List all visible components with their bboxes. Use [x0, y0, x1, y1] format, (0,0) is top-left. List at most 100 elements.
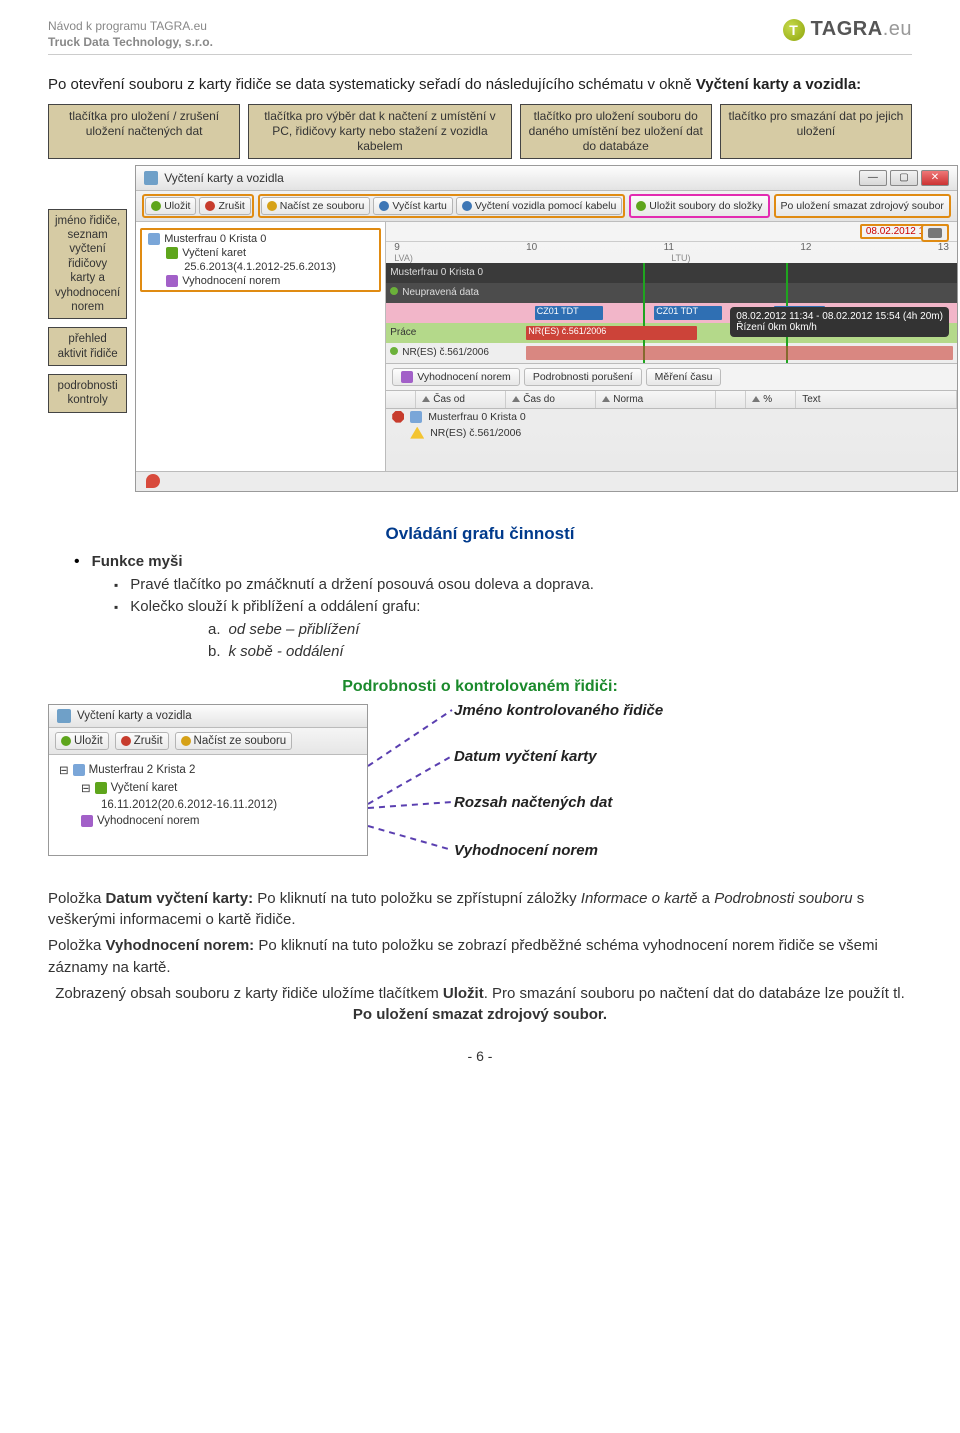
tree-date-node[interactable]: 25.6.2013(4.1.2012-25.6.2013) [144, 260, 377, 274]
app-sidebar: Musterfrau 0 Krista 0 Vyčtení karet 25.6… [136, 222, 386, 471]
minimize-button[interactable]: — [859, 170, 887, 186]
mini-titlebar: Vyčtení karty a vozidla [49, 705, 367, 728]
grid-body: Musterfrau 0 Krista 0 NR(ES) č.561/2006 [386, 409, 957, 441]
timeline-rows[interactable]: Musterfrau 0 Krista 0 Neupravená data CZ… [386, 263, 957, 363]
tab-violation-details[interactable]: Podrobnosti porušení [524, 368, 642, 386]
header-line1: Návod k programu TAGRA.eu [48, 18, 213, 34]
tick: 13 [938, 242, 949, 253]
callouts-side-column: jméno řidiče, seznam vyčtení řidičovy ka… [48, 209, 127, 413]
plus-icon [390, 287, 398, 295]
timeline-ticks: 9 10 11 12 13 [386, 242, 957, 253]
tab-eval[interactable]: Vyhodnocení norem [392, 368, 520, 386]
sort-icon [602, 396, 610, 402]
mini-tree-cardread[interactable]: ⊟Vyčtení karet [53, 779, 363, 797]
eval-icon [166, 275, 178, 287]
annotation-lines: Jméno kontrolovaného řidiče Datum vyčten… [398, 704, 912, 874]
driver-tree: Musterfrau 0 Krista 0 Vyčtení karet 25.6… [144, 232, 377, 288]
close-button[interactable]: ✕ [921, 170, 949, 186]
card-icon [379, 201, 389, 211]
app-titlebar: Vyčtení karty a vozidla — ▢ ✕ [136, 166, 957, 191]
callout-activity-overview: přehled aktivit řidiče [48, 327, 127, 366]
mini-cancel-button[interactable]: Zrušit [115, 732, 169, 750]
mini-tree-driver[interactable]: ⊟Musterfrau 2 Krista 2 [53, 761, 363, 779]
grid-row[interactable]: NR(ES) č.561/2006 [386, 425, 957, 441]
app-toolbar: Uložit Zrušit Načíst ze souboru Vyčíst k… [136, 191, 957, 222]
para-eval-item: Položka Vyhodnocení norem: Po kliknutí n… [48, 935, 912, 979]
eval-icon [81, 815, 93, 827]
annot-data-range: Rozsah načtených dat [454, 794, 612, 811]
logo-text: TAGRA.eu [811, 18, 912, 41]
tree-card-read-node[interactable]: Vyčtení karet [144, 246, 377, 260]
mini-app-window: Vyčtení karty a vozidla Uložit Zrušit Na… [48, 704, 368, 856]
bullet-list: Funkce myši Pravé tlačítko po zmáčknutí … [48, 550, 912, 619]
read-vehicle-button[interactable]: Vyčtení vozidla pomocí kabelu [456, 197, 622, 215]
callout-save-folder: tlačítko pro uložení souboru do daného u… [520, 104, 712, 159]
connector-lines-icon [368, 704, 458, 874]
detail-tabs: Vyhodnocení norem Podrobnosti porušení M… [386, 363, 957, 390]
callout-driver-tree: jméno řidiče, seznam vyčtení řidičovy ka… [48, 209, 127, 320]
read-card-button[interactable]: Vyčíst kartu [373, 197, 452, 215]
tab-time-measure[interactable]: Měření času [646, 368, 722, 386]
annotated-app-block: jméno řidiče, seznam vyčtení řidičovy ka… [48, 165, 912, 498]
timeline-subticks: LVA) LTU) [386, 253, 957, 263]
save-folder-button[interactable]: Uložit soubory do složky [629, 194, 769, 218]
header-line2: Truck Data Technology, s.r.o. [48, 34, 213, 50]
main-area: 08.02.2012 11:56 9 10 11 12 13 LVA) LTU) [386, 222, 957, 471]
annot-driver-name: Jméno kontrolovaného řidiče [454, 702, 663, 719]
subtick: LVA) [394, 253, 413, 263]
tree-eval-node[interactable]: Vyhodnocení norem [144, 274, 377, 288]
cancel-button[interactable]: Zrušit [199, 197, 250, 215]
status-bar [136, 471, 957, 491]
app-title-text: Vyčtení karty a vozidla [164, 171, 284, 185]
alpha-item-a: a od sebe – přiblížení [208, 619, 912, 642]
delete-after-button[interactable]: Po uložení smazat zdrojový soubor [774, 194, 951, 218]
snapshot-button[interactable] [921, 224, 949, 242]
mini-save-button[interactable]: Uložit [55, 732, 109, 750]
annot-eval: Vyhodnocení norem [454, 842, 598, 859]
app-icon [57, 709, 71, 723]
person-icon [410, 411, 422, 423]
person-icon [148, 233, 160, 245]
tick: 9 [394, 242, 400, 253]
cancel-icon [205, 201, 215, 211]
logo-mark-icon: T [783, 19, 805, 41]
mini-load-button[interactable]: Načíst ze souboru [175, 732, 293, 750]
card-icon [95, 782, 107, 794]
alpha-item-b: b k sobě - oddálení [208, 641, 912, 664]
load-file-button[interactable]: Načíst ze souboru [261, 197, 371, 215]
logo: T TAGRA.eu [783, 18, 912, 41]
sort-icon [752, 396, 760, 402]
subbullet-rightclick: Pravé tlačítko po zmáčknutí a držení pos… [114, 574, 912, 597]
save-button[interactable]: Uložit [145, 197, 196, 215]
grid-row[interactable]: Musterfrau 0 Krista 0 [386, 409, 957, 425]
cancel-icon [121, 736, 131, 746]
subtick: LTU) [671, 253, 690, 263]
mini-tree: ⊟Musterfrau 2 Krista 2 ⊟Vyčtení karet 16… [49, 755, 367, 855]
app-body: Musterfrau 0 Krista 0 Vyčtení karet 25.6… [136, 222, 957, 471]
app-window: Vyčtení karty a vozidla — ▢ ✕ Uložit Zru… [135, 165, 958, 492]
check-icon [61, 736, 71, 746]
page-header: Návod k programu TAGRA.eu Truck Data Tec… [48, 18, 912, 55]
callouts-top-row: tlačítka pro uložení / zrušení uložení n… [48, 104, 912, 159]
tick: 12 [800, 242, 811, 253]
section-heading-controls: Ovládání grafu činností [48, 524, 912, 544]
grid-header: Čas od Čas do Norma % Text [386, 390, 957, 409]
folder-icon [181, 736, 191, 746]
tree-driver-node[interactable]: Musterfrau 0 Krista 0 [144, 232, 377, 246]
maximize-button[interactable]: ▢ [890, 170, 918, 186]
timeline-row-norm[interactable]: NR(ES) č.561/2006 [386, 343, 957, 363]
mini-tree-date[interactable]: 16.11.2012(20.6.2012-16.11.2012) [53, 797, 363, 813]
tick: 11 [664, 242, 674, 253]
person-icon [73, 764, 85, 776]
timeline-row-rawdata[interactable]: Neupravená data [386, 283, 957, 303]
sort-icon [512, 396, 520, 402]
eval-icon [401, 371, 413, 383]
timeline-header: 08.02.2012 11:56 [386, 222, 957, 242]
mini-tree-eval[interactable]: Vyhodnocení norem [53, 813, 363, 829]
timeline-row-driver[interactable]: Musterfrau 0 Krista 0 [386, 263, 957, 283]
folder-icon [267, 201, 277, 211]
check-icon [151, 201, 161, 211]
window-controls: — ▢ ✕ [859, 170, 949, 186]
callout-delete-after: tlačítko pro smazání dat po jejich ulože… [720, 104, 912, 159]
subbullet-wheel: Kolečko slouží k přiblížení a oddálení g… [114, 596, 912, 619]
